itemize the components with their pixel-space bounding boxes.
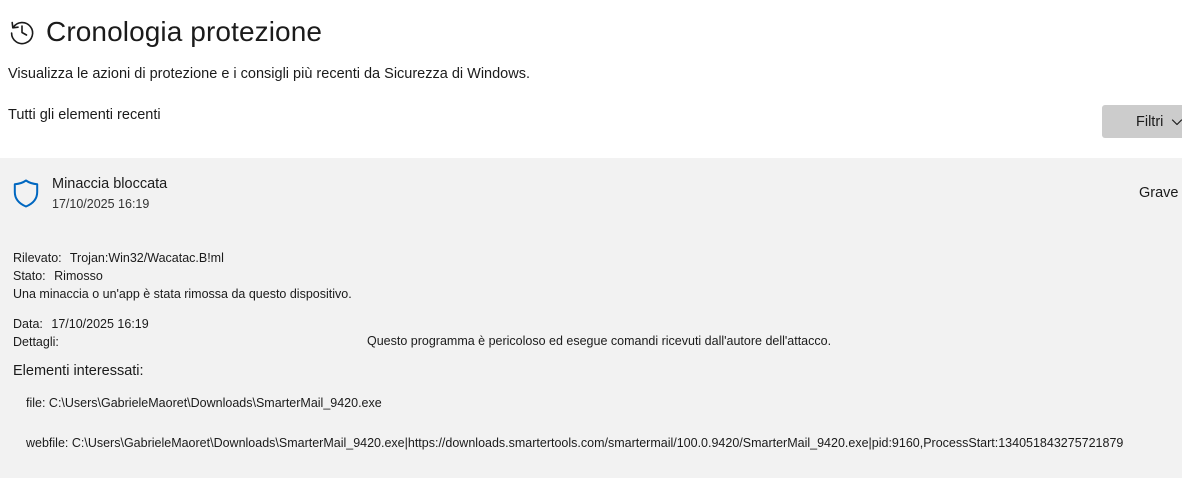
detected-label: Rilevato: bbox=[13, 251, 62, 265]
event-title: Minaccia bloccata bbox=[52, 176, 168, 192]
affected-item-webfile: webfile: C:\Users\GabrieleMaoret\Downloa… bbox=[26, 436, 1124, 450]
status-label: Stato: bbox=[13, 269, 46, 283]
status-row: Stato: Rimosso bbox=[13, 269, 103, 283]
protection-history-page: Cronologia protezione Visualizza le azio… bbox=[0, 0, 1182, 478]
date-row: Data: 17/10/2025 16:19 bbox=[13, 317, 149, 331]
affected-item-file: file: C:\Users\GabrieleMaoret\Downloads\… bbox=[26, 396, 382, 410]
date-value: 17/10/2025 16:19 bbox=[51, 317, 149, 331]
filters-button[interactable]: Filtri bbox=[1102, 105, 1182, 138]
page-subtitle: Visualizza le azioni di protezione e i c… bbox=[8, 66, 530, 82]
chevron-down-icon bbox=[1172, 118, 1182, 125]
shield-icon bbox=[13, 179, 39, 208]
threat-event-card[interactable]: Minaccia bloccata 17/10/2025 16:19 Grave… bbox=[0, 158, 1182, 478]
history-icon bbox=[10, 21, 34, 45]
status-message: Una minaccia o un'app è stata rimossa da… bbox=[13, 287, 352, 301]
recent-items-label: Tutti gli elementi recenti bbox=[8, 107, 161, 123]
affected-items-heading: Elementi interessati: bbox=[13, 363, 144, 379]
filters-button-label: Filtri bbox=[1136, 113, 1164, 130]
status-value: Rimosso bbox=[54, 269, 103, 283]
date-label: Data: bbox=[13, 317, 43, 331]
page-title: Cronologia protezione bbox=[46, 16, 323, 47]
details-value: Questo programma è pericoloso ed esegue … bbox=[367, 334, 832, 348]
details-label: Dettagli: bbox=[13, 335, 59, 349]
detected-row: Rilevato: Trojan:Win32/Wacatac.B!ml bbox=[13, 251, 224, 265]
event-date: 17/10/2025 16:19 bbox=[52, 197, 150, 211]
detected-value: Trojan:Win32/Wacatac.B!ml bbox=[69, 251, 224, 265]
severity-label: Grave bbox=[1139, 185, 1179, 201]
page-header: Cronologia protezione bbox=[8, 16, 322, 48]
